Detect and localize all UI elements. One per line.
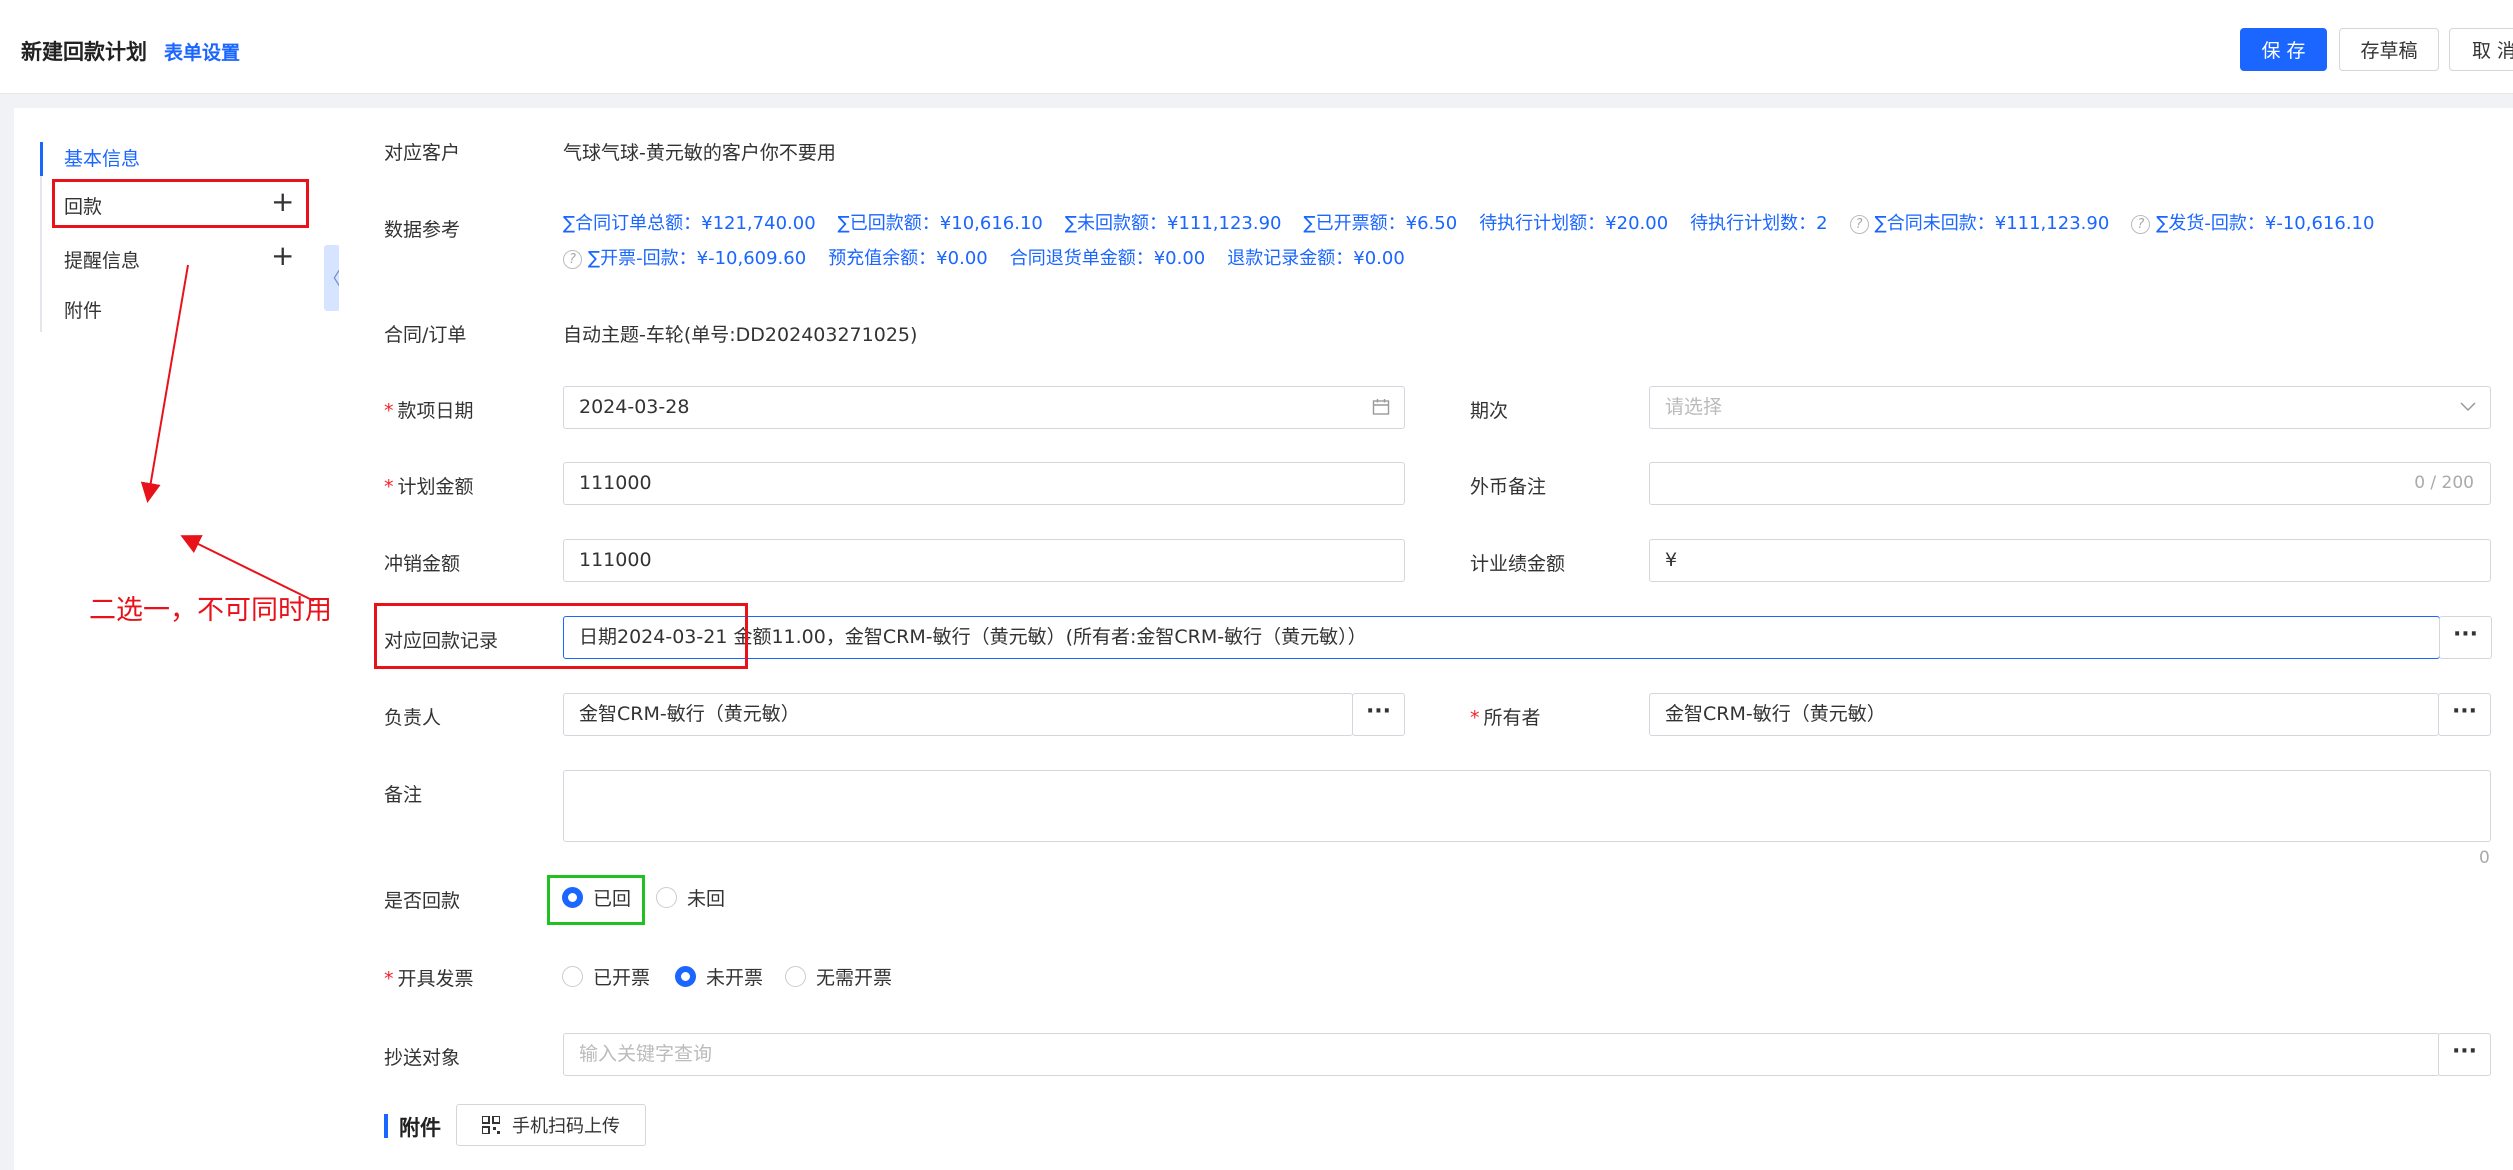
page-header: 新建回款计划 表单设置 保 存 存草稿 取 消: [0, 0, 2513, 94]
sidebar-nav: 基本信息 回款 + 提醒信息 + 附件: [14, 108, 339, 1170]
sidebar-item-attachment[interactable]: 附件: [64, 296, 102, 323]
owner-label: * 所有者: [1470, 707, 1541, 729]
planned-amount-input[interactable]: 111000: [563, 462, 1405, 505]
annotation-box-paid-option: [547, 875, 645, 925]
char-counter: 0 / 200: [2414, 473, 2474, 493]
reference-line-2: ? ∑开票-回款：¥-10,609.60 预充值余额：¥0.00 合同退货单金额：¥0…: [563, 244, 1427, 270]
remark-textarea[interactable]: [563, 770, 2491, 842]
sidebar-item-basic-info[interactable]: 基本信息: [64, 144, 140, 171]
owner-person-more-button[interactable]: ···: [1352, 693, 1405, 736]
owner-more-button[interactable]: ···: [2438, 693, 2491, 736]
remark-counter: 0: [2479, 848, 2490, 868]
nav-active-indicator: [40, 142, 43, 176]
attachments-title: 附件: [399, 1116, 441, 1140]
contract-label: 合同/订单: [384, 324, 467, 346]
annotation-box-payment: [52, 179, 309, 228]
customer-label: 对应客户: [384, 142, 461, 164]
ref-refund-amount: 退款记录金额：¥0.00: [1227, 248, 1405, 269]
cc-label: 抄送对象: [384, 1047, 461, 1069]
annotation-box-payment-record: [374, 603, 748, 669]
ref-prepaid-balance: 预充值余额：¥0.00: [828, 248, 988, 269]
owner-person-input[interactable]: 金智CRM-敏行（黄元敏）: [563, 693, 1353, 736]
offset-amount-label: 冲销金额: [384, 553, 461, 575]
radio-unpaid[interactable]: 未回: [656, 884, 725, 911]
radio-no-invoice-needed[interactable]: 无需开票: [785, 963, 892, 990]
radio-unchecked-icon: [785, 966, 806, 987]
ref-invoiced: ∑已开票额：¥6.50: [1303, 213, 1458, 234]
performance-amount-label: 计业绩金额: [1470, 553, 1566, 575]
ref-return-amount: 合同退货单金额：¥0.00: [1009, 248, 1206, 269]
ref-invoice-minus-received: ∑开票-回款：¥-10,609.60: [588, 248, 807, 269]
add-reminder-plus-icon[interactable]: +: [271, 242, 294, 270]
payment-date-label: * 款项日期: [384, 400, 474, 422]
planned-amount-label: * 计划金额: [384, 476, 474, 498]
owner-input[interactable]: 金智CRM-敏行（黄元敏）: [1649, 693, 2439, 736]
help-icon[interactable]: ?: [563, 250, 582, 269]
chevron-down-icon: [2460, 387, 2476, 428]
ref-pending-count: 待执行计划数：2: [1690, 213, 1828, 234]
period-select[interactable]: 请选择: [1649, 386, 2491, 429]
period-label: 期次: [1470, 400, 1509, 422]
save-draft-button[interactable]: 存草稿: [2339, 28, 2439, 71]
ref-delivery-minus-received: ∑发货-回款：¥-10,616.10: [2156, 213, 2375, 234]
ref-contract-unreceived: ∑合同未回款：¥111,123.90: [1874, 213, 2110, 234]
radio-checked-icon: [675, 966, 696, 987]
remark-label: 备注: [384, 784, 423, 806]
qr-code-icon: [482, 1116, 500, 1134]
form-settings-link[interactable]: 表单设置: [164, 38, 240, 65]
annotation-text: 二选一，不可同时用: [89, 595, 332, 626]
help-icon[interactable]: ?: [2131, 215, 2151, 234]
performance-amount-input[interactable]: ¥: [1649, 539, 2491, 582]
invoice-label: * 开具发票: [384, 968, 474, 990]
currency-note-input[interactable]: 0 / 200: [1649, 462, 2491, 505]
page-title: 新建回款计划: [21, 40, 147, 64]
scan-upload-button[interactable]: 手机扫码上传: [456, 1104, 646, 1146]
payment-date-input[interactable]: 2024-03-28: [563, 386, 1405, 429]
radio-unchecked-icon: [562, 966, 583, 987]
sidebar-item-reminder[interactable]: 提醒信息: [64, 246, 140, 273]
help-icon[interactable]: ?: [1849, 215, 1869, 234]
currency-note-label: 外币备注: [1470, 476, 1547, 498]
reference-label: 数据参考: [384, 219, 461, 241]
reference-line-1: ∑合同订单总额：¥121,740.00 ∑已回款额：¥10,616.10 ∑未回款额…: [563, 209, 2396, 235]
radio-not-invoiced[interactable]: 未开票: [675, 963, 763, 990]
contract-value: 自动主题-车轮(单号:DD202403271025): [563, 324, 918, 346]
customer-value: 气球气球-黄元敏的客户你不要用: [563, 142, 836, 164]
payment-record-more-button[interactable]: ···: [2439, 616, 2492, 659]
radio-unchecked-icon: [656, 887, 677, 908]
save-button[interactable]: 保 存: [2240, 28, 2327, 71]
section-marker: [384, 1114, 388, 1138]
calendar-icon: [1372, 387, 1390, 428]
owner-person-label: 负责人: [384, 707, 442, 729]
offset-amount-input[interactable]: 111000: [563, 539, 1405, 582]
ref-contract-total: ∑合同订单总额：¥121,740.00: [563, 213, 816, 234]
ref-received: ∑已回款额：¥10,616.10: [837, 213, 1043, 234]
cancel-button[interactable]: 取 消: [2449, 28, 2513, 71]
cc-search-input[interactable]: 输入关键字查询: [563, 1033, 2440, 1076]
ref-pending-amount: 待执行计划额：¥20.00: [1479, 213, 1669, 234]
collapse-sidebar-icon[interactable]: 〈: [323, 245, 341, 311]
payment-record-input[interactable]: 日期2024-03-21 金额11.00，金智CRM-敏行（黄元敏）(所有者:金…: [563, 616, 2440, 659]
radio-invoiced[interactable]: 已开票: [562, 963, 650, 990]
cc-more-button[interactable]: ···: [2438, 1033, 2491, 1076]
is-paid-label: 是否回款: [384, 890, 461, 912]
ref-unreceived: ∑未回款额：¥111,123.90: [1064, 213, 1282, 234]
